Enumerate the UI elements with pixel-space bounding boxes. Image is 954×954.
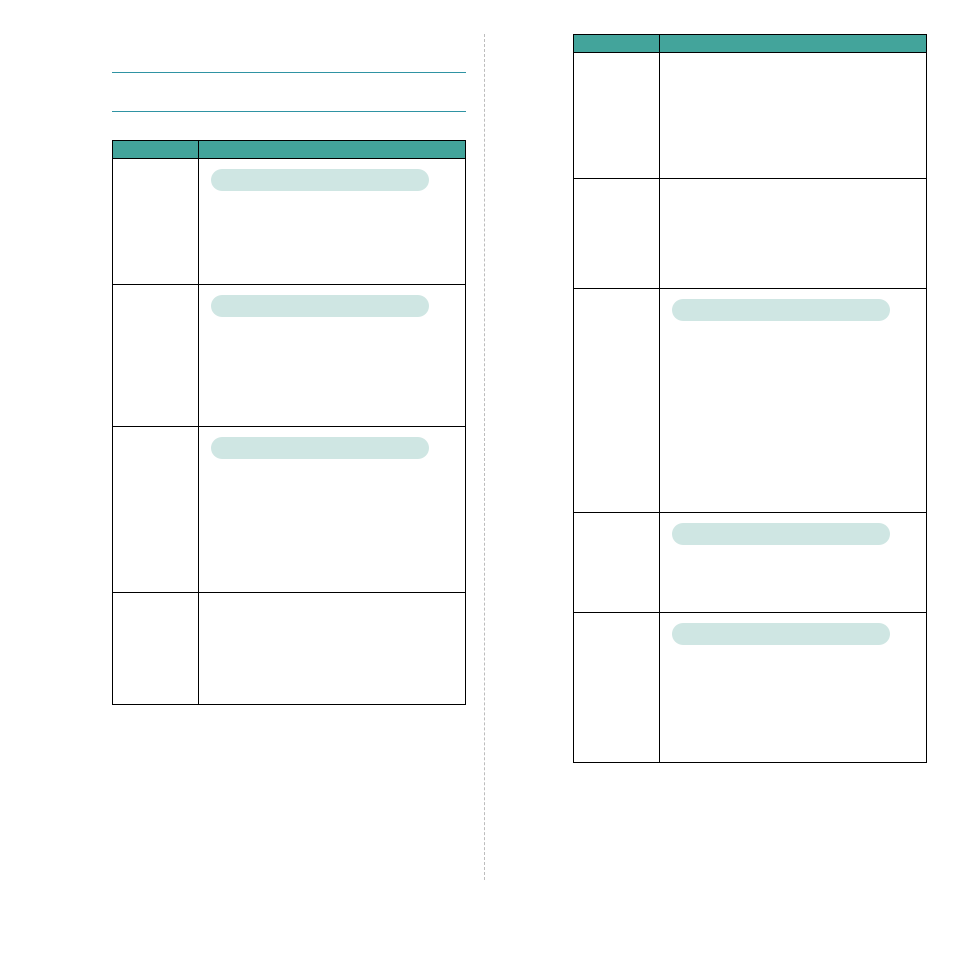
left-cell-left: [113, 593, 199, 705]
right-cell-right: [660, 289, 927, 513]
highlight-pill: [672, 623, 890, 645]
table-row: [113, 285, 466, 427]
right-cell-left: [574, 289, 660, 513]
right-cell-right: [660, 53, 927, 179]
left-table: [112, 140, 466, 705]
right-cell-left: [574, 53, 660, 179]
right-column: [573, 34, 927, 763]
table-header-row: [574, 35, 927, 53]
page: [0, 0, 954, 954]
column-divider: [484, 34, 485, 880]
highlight-pill: [672, 299, 890, 321]
highlight-pill: [211, 169, 429, 191]
table-row: [574, 179, 927, 289]
right-cell-right: [660, 179, 927, 289]
table-header-row: [113, 141, 466, 159]
table-row: [113, 427, 466, 593]
table-row: [574, 513, 927, 613]
right-table: [573, 34, 927, 763]
highlight-pill: [211, 437, 429, 459]
left-cell-left: [113, 159, 199, 285]
left-cell-right: [199, 593, 466, 705]
right-th-1: [574, 35, 660, 53]
left-cell-left: [113, 285, 199, 427]
left-cell-right: [199, 159, 466, 285]
right-cell-right: [660, 613, 927, 763]
left-cell-right: [199, 427, 466, 593]
right-th-2: [660, 35, 927, 53]
table-row: [574, 289, 927, 513]
left-th-1: [113, 141, 199, 159]
table-row: [113, 593, 466, 705]
left-column: [112, 34, 466, 705]
table-row: [574, 53, 927, 179]
left-cell-right: [199, 285, 466, 427]
table-row: [574, 613, 927, 763]
right-cell-left: [574, 613, 660, 763]
left-th-2: [199, 141, 466, 159]
highlight-pill: [672, 523, 890, 545]
highlight-pill: [211, 295, 429, 317]
right-cell-left: [574, 179, 660, 289]
right-cell-right: [660, 513, 927, 613]
left-cell-left: [113, 427, 199, 593]
table-row: [113, 159, 466, 285]
right-cell-left: [574, 513, 660, 613]
